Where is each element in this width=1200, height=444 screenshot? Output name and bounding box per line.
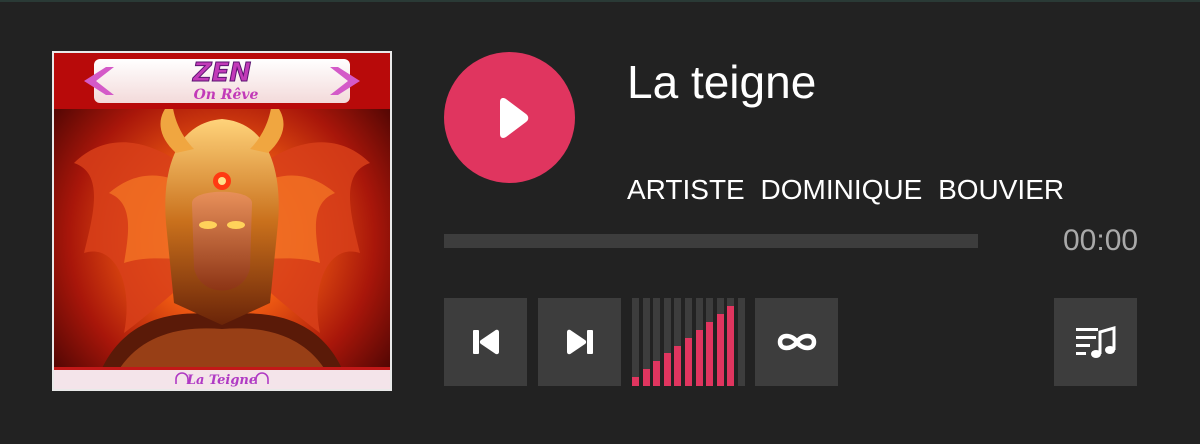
play-button[interactable]: [444, 52, 575, 183]
volume-bar-fill: [664, 353, 671, 386]
volume-bar-fill: [674, 346, 681, 386]
playlist-button[interactable]: [1054, 298, 1137, 386]
volume-bar: [664, 298, 671, 386]
top-border: [0, 0, 1200, 2]
loop-button[interactable]: [755, 298, 838, 386]
next-button[interactable]: [538, 298, 621, 386]
volume-bar: [653, 298, 660, 386]
cover-brand-onreve: On Rêve: [194, 87, 259, 103]
track-artist: ARTISTE DOMINIQUE BOUVIER: [627, 174, 1065, 205]
volume-bar: [674, 298, 681, 386]
cover-brand-zen: ZEN: [192, 58, 252, 88]
volume-bar-fill: [706, 322, 713, 386]
progress-bar[interactable]: [444, 234, 978, 248]
volume-bar-fill: [685, 338, 692, 386]
infinity-loop-icon: [777, 333, 816, 351]
volume-bar: [685, 298, 692, 386]
volume-bar-fill: [696, 330, 703, 386]
album-cover: ZEN On Rêve La Teigne: [52, 51, 392, 391]
volume-bar: [717, 298, 724, 386]
volume-bar: [738, 298, 745, 386]
volume-bar-fill: [717, 314, 724, 386]
time-display: 00:00: [1063, 224, 1139, 257]
volume-bar-fill: [727, 306, 734, 386]
volume-bar: [643, 298, 650, 386]
play-icon: [499, 97, 528, 138]
volume-bar: [727, 298, 734, 386]
skip-previous-icon: [472, 329, 499, 355]
playlist-music-icon: [1075, 326, 1115, 358]
volume-bar: [696, 298, 703, 386]
track-title: La teigne: [627, 56, 817, 108]
volume-meter[interactable]: [632, 298, 745, 386]
previous-button[interactable]: [444, 298, 527, 386]
volume-bar-fill: [653, 361, 660, 386]
skip-next-icon: [566, 329, 593, 355]
volume-bar-fill: [643, 369, 650, 386]
volume-bar: [632, 298, 639, 386]
cover-caption: La Teigne: [186, 373, 257, 388]
volume-bar: [706, 298, 713, 386]
volume-bar-fill: [632, 377, 639, 386]
